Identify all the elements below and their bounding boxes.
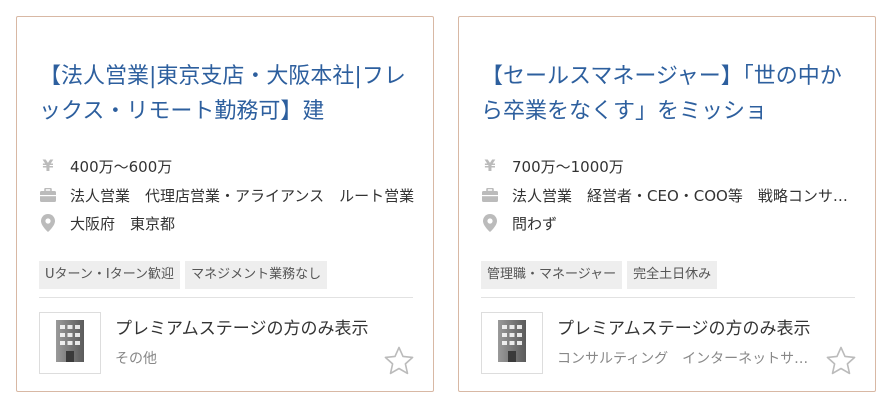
company-logo — [39, 312, 101, 374]
company-industry: コンサルティング インターネットサービス — [557, 351, 817, 367]
company-name: プレミアムステージの方のみ表示 — [115, 319, 369, 339]
tag: マネジメント業務なし — [185, 261, 328, 289]
company-logo — [481, 312, 543, 374]
map-pin-icon — [39, 214, 57, 232]
tag: Uターン・Iターン歓迎 — [39, 261, 181, 289]
job-type-row: 法人営業 経営者・CEO・COO等 戦略コンサルタント — [481, 183, 857, 207]
divider — [39, 297, 413, 298]
job-type-row: 法人営業 代理店営業・アライアンス ルート営業 — [39, 183, 415, 207]
divider — [481, 297, 855, 298]
building-icon — [56, 320, 84, 366]
salary-row: ¥ 400万～600万 — [39, 154, 415, 178]
briefcase-icon — [39, 186, 57, 204]
star-outline-icon[interactable] — [825, 345, 857, 377]
tag: 完全土日休み — [627, 261, 718, 289]
job-title[interactable]: 【法人営業|東京支店・大阪本社|フレックス・リモート勤務可】建 — [39, 59, 415, 129]
location-row: 問わず — [481, 211, 857, 235]
job-card[interactable]: 【法人営業|東京支店・大阪本社|フレックス・リモート勤務可】建 ¥ 400万～6… — [16, 16, 434, 392]
tag: 管理職・マネージャー — [481, 261, 623, 289]
job-title[interactable]: 【セールスマネージャー】「世の中から卒業をなくす」をミッショ — [481, 59, 857, 129]
briefcase-icon — [481, 186, 499, 204]
company-industry: その他 — [115, 351, 157, 367]
location-text: 大阪府 東京都 — [70, 214, 176, 233]
location-row: 大阪府 東京都 — [39, 211, 415, 235]
salary-row: ¥ 700万～1000万 — [481, 154, 857, 178]
tag-list: 管理職・マネージャー 完全土日休み — [481, 261, 722, 289]
salary-text: 700万～1000万 — [512, 157, 624, 176]
yen-icon: ¥ — [42, 156, 54, 175]
yen-icon: ¥ — [484, 156, 496, 175]
location-text: 問わず — [512, 214, 558, 233]
job-type-text: 法人営業 代理店営業・アライアンス ルート営業 — [70, 186, 415, 205]
company-name: プレミアムステージの方のみ表示 — [557, 319, 811, 339]
building-icon — [498, 320, 526, 366]
job-type-text: 法人営業 経営者・CEO・COO等 戦略コンサルタント — [512, 186, 857, 205]
job-card[interactable]: 【セールスマネージャー】「世の中から卒業をなくす」をミッショ ¥ 700万～10… — [458, 16, 876, 392]
tag-list: Uターン・Iターン歓迎 マネジメント業務なし — [39, 261, 332, 289]
map-pin-icon — [481, 214, 499, 232]
star-outline-icon[interactable] — [383, 345, 415, 377]
salary-text: 400万～600万 — [70, 157, 173, 176]
